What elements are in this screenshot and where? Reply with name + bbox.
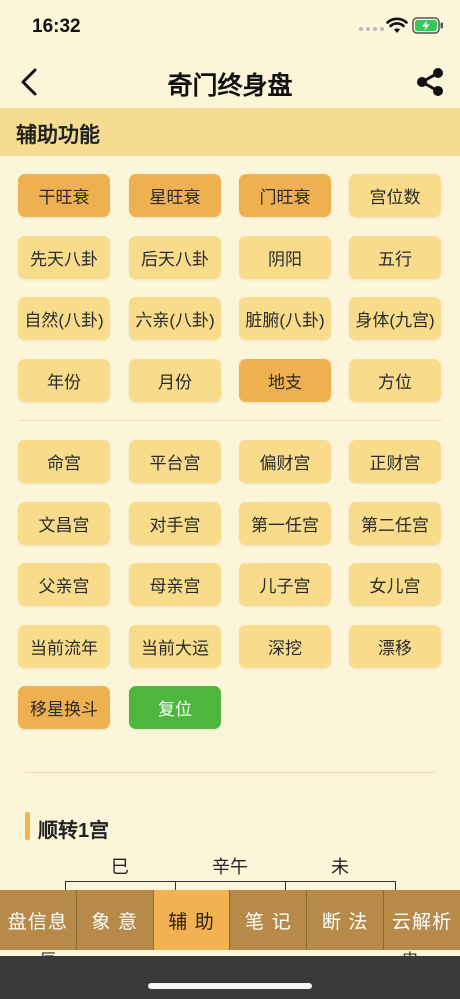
home-indicator[interactable] (148, 983, 312, 989)
tab-item[interactable]: 盘信息 (0, 890, 77, 950)
feature-button[interactable]: 母亲宫 (129, 563, 221, 606)
section-header: 辅助功能 (0, 108, 460, 156)
feature-button[interactable]: 偏财宫 (239, 440, 331, 483)
feature-button[interactable]: 深挖 (239, 624, 331, 668)
feature-button[interactable]: 第一任宫 (239, 501, 331, 545)
nav-bar: 奇门终身盘 (0, 56, 460, 108)
feature-button[interactable]: 六亲(八卦) (129, 297, 221, 340)
tab-item[interactable]: 笔 记 (230, 890, 308, 950)
status-time: 16:32 (32, 16, 81, 37)
palace-label: 未 (331, 857, 349, 877)
feature-button[interactable]: 身体(九宫) (349, 297, 441, 340)
section-title: 辅助功能 (16, 124, 100, 147)
tab-item[interactable]: 辅 助 (153, 890, 231, 950)
page-title: 奇门终身盘 (167, 72, 293, 100)
feature-button[interactable]: 对手宫 (129, 501, 221, 545)
tab-item[interactable]: 断 法 (307, 890, 385, 950)
feature-button[interactable]: 当前流年 (18, 624, 110, 668)
feature-button[interactable]: 第二任宫 (349, 501, 441, 545)
feature-button[interactable]: 漂移 (349, 624, 441, 668)
feature-button[interactable]: 星旺衰 (129, 174, 221, 217)
feature-button[interactable]: 宫位数 (349, 174, 441, 217)
feature-button[interactable]: 文昌宫 (18, 501, 110, 545)
feature-button[interactable]: 儿子宫 (239, 563, 331, 606)
home-indicator-area (0, 956, 460, 999)
battery-charging-icon (412, 17, 443, 34)
feature-button[interactable]: 地支 (239, 358, 331, 402)
feature-button[interactable]: 移星换斗 (18, 686, 110, 729)
feature-button[interactable]: 阴阳 (239, 235, 331, 279)
feature-button[interactable]: 父亲宫 (18, 563, 110, 606)
feature-button[interactable]: 自然(八卦) (18, 297, 110, 340)
feature-button[interactable]: 正财宫 (349, 440, 441, 483)
divider (25, 772, 435, 773)
feature-button[interactable]: 五行 (349, 235, 441, 279)
signal-dots-icon (359, 27, 384, 31)
rotation-title: 顺转1宫 (38, 820, 110, 842)
feature-button[interactable]: 月份 (129, 358, 221, 402)
feature-button[interactable]: 后天八卦 (129, 235, 221, 279)
tab-item[interactable]: 象 意 (77, 890, 154, 950)
tab-item[interactable]: 云解析 (384, 890, 460, 950)
feature-button[interactable]: 门旺衰 (239, 174, 331, 217)
status-bar: 16:32 (0, 0, 460, 56)
feature-button[interactable]: 先天八卦 (18, 235, 110, 279)
feature-button[interactable]: 年份 (18, 358, 110, 402)
feature-button[interactable]: 命宫 (18, 440, 110, 483)
divider (18, 420, 442, 421)
feature-button[interactable]: 方位 (349, 358, 441, 402)
back-icon[interactable] (18, 66, 42, 98)
reset-button[interactable]: 复位 (129, 686, 221, 729)
wifi-icon (386, 17, 408, 33)
bottom-tab-bar: 盘信息象 意辅 助笔 记断 法云解析 (0, 890, 460, 950)
feature-button[interactable]: 平台宫 (129, 440, 221, 483)
feature-button[interactable]: 当前大运 (129, 624, 221, 668)
feature-button[interactable]: 干旺衰 (18, 174, 110, 217)
feature-button[interactable]: 女儿宫 (349, 563, 441, 606)
section-marker (25, 812, 30, 840)
palace-label: 辛午 (212, 857, 248, 877)
feature-button[interactable]: 脏腑(八卦) (239, 297, 331, 340)
palace-label: 巳 (111, 857, 129, 877)
palace-grid-line (65, 881, 396, 882)
share-icon[interactable] (414, 66, 446, 98)
